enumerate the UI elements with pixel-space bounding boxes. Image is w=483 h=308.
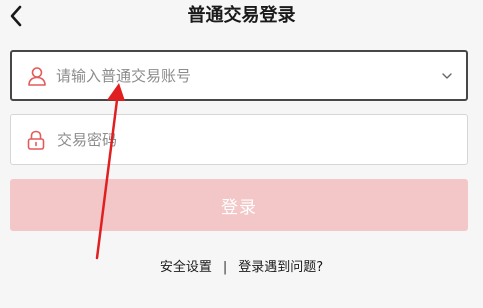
chevron-down-icon[interactable] — [440, 69, 454, 83]
account-input[interactable] — [56, 52, 426, 99]
password-field[interactable] — [10, 114, 468, 165]
login-problem-link[interactable]: 登录遇到问题? — [238, 260, 323, 275]
header-bar: 普通交易登录 — [0, 0, 483, 40]
lock-icon — [27, 130, 45, 150]
account-field[interactable] — [10, 50, 468, 101]
user-icon — [28, 66, 46, 86]
footer-links: 安全设置 | 登录遇到问题? — [0, 256, 483, 275]
security-settings-link[interactable]: 安全设置 — [160, 260, 212, 275]
link-separator: | — [222, 260, 228, 275]
password-input[interactable] — [57, 115, 427, 164]
page-title: 普通交易登录 — [187, 5, 296, 26]
login-button[interactable]: 登录 — [10, 179, 468, 231]
